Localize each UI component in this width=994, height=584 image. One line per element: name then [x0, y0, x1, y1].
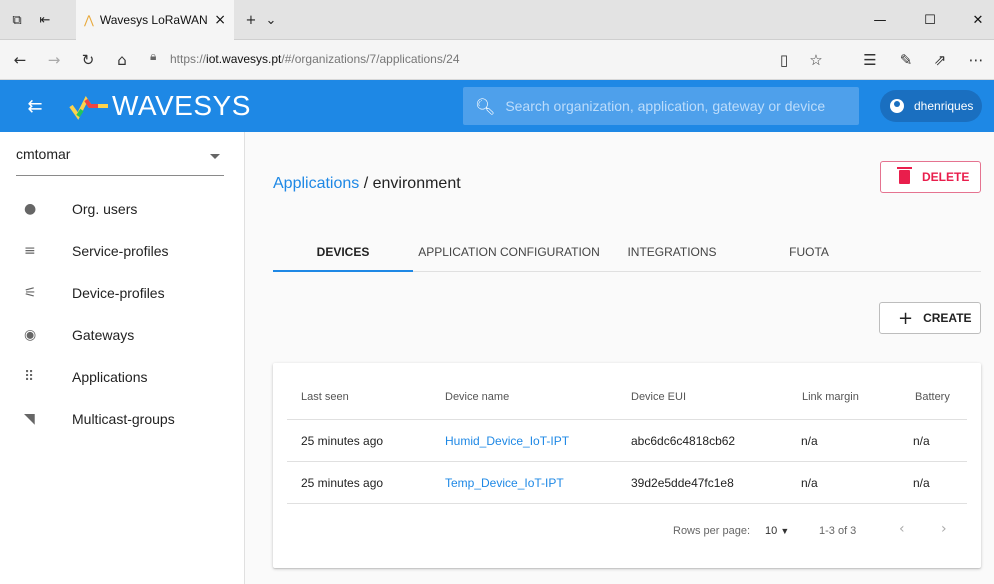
device-name-link[interactable]: Humid_Device_IoT-IPT — [445, 434, 569, 448]
tab-fuota[interactable]: FUOTA — [753, 232, 865, 272]
gateway-icon: ◉ — [24, 327, 37, 343]
rss-icon: ◥ — [24, 411, 35, 427]
search-icon: 🔍︎ — [475, 96, 496, 116]
person-icon: ● — [24, 201, 37, 217]
browser-tab[interactable]: ⋀ Wavesys LoRaWAN Sen × — [76, 0, 234, 40]
rows-per-page-select[interactable]: 10 ▼ — [765, 525, 789, 537]
minimize-icon[interactable]: — — [860, 0, 900, 40]
column-header-last-seen[interactable]: Last seen — [301, 391, 349, 403]
organization-select[interactable]: cmtomar — [16, 146, 224, 176]
dropdown-caret-icon — [210, 154, 220, 159]
organization-value: cmtomar — [16, 146, 71, 162]
back-icon[interactable]: ← — [6, 40, 34, 80]
cell-battery: n/a — [913, 476, 930, 490]
sidebar-item-device-profiles[interactable]: ⚟ Device-profiles — [0, 272, 244, 314]
breadcrumb: Applications / environment — [273, 175, 461, 193]
table-footer-divider — [287, 503, 967, 504]
cell-link-margin: n/a — [801, 476, 818, 490]
dropdown-caret-icon: ▼ — [780, 526, 790, 536]
reading-view-icon[interactable]: ▯ — [770, 40, 798, 80]
wavesys-logo[interactable]: WAVESYS — [68, 80, 251, 132]
set-aside-tabs-icon[interactable]: ⇤ — [32, 0, 58, 40]
breadcrumb-applications-link[interactable]: Applications — [273, 175, 359, 192]
breadcrumb-separator: / — [359, 175, 373, 192]
column-header-battery[interactable]: Battery — [915, 391, 950, 403]
previous-page-icon[interactable]: ‹ — [899, 521, 905, 537]
refresh-icon[interactable]: ↻ — [74, 40, 102, 80]
tab-title: Wavesys LoRaWAN Sen — [99, 13, 210, 27]
sidebar-item-label: Multicast-groups — [72, 411, 175, 427]
tab-preview-chevron-icon[interactable]: ⌄ — [258, 0, 284, 40]
wavesys-favicon-icon: ⋀ — [84, 13, 94, 27]
wavesys-logo-icon — [69, 96, 108, 120]
username: dhenriques — [914, 99, 974, 113]
url-prefix: https:// — [170, 52, 207, 66]
delete-button[interactable]: DELETE — [880, 161, 981, 193]
active-tab-indicator — [273, 270, 413, 272]
application-tabs: DEVICES APPLICATION CONFIGURATION INTEGR… — [273, 232, 981, 272]
sidebar-item-label: Org. users — [72, 201, 138, 217]
cell-link-margin: n/a — [801, 434, 818, 448]
user-menu-button[interactable]: dhenriques — [880, 90, 982, 122]
maximize-icon[interactable]: ☐ — [910, 0, 950, 40]
apps-grid-icon: ⠿ — [24, 369, 35, 385]
plus-icon: + — [898, 307, 914, 329]
column-header-link-margin[interactable]: Link margin — [802, 391, 859, 403]
create-label: CREATE — [923, 311, 972, 325]
favorite-star-icon[interactable]: ☆ — [802, 40, 830, 80]
sidebar-item-org-users[interactable]: ● Org. users — [0, 188, 244, 230]
cell-battery: n/a — [913, 434, 930, 448]
sidebar-item-label: Applications — [72, 369, 148, 385]
sidebar-item-gateways[interactable]: ◉ Gateways — [0, 314, 244, 356]
next-page-icon[interactable]: › — [941, 521, 947, 537]
sidebar-item-applications[interactable]: ⠿ Applications — [0, 356, 244, 398]
rows-per-page-value: 10 — [765, 525, 778, 537]
tab-devices[interactable]: DEVICES — [273, 232, 413, 272]
cell-device-eui: abc6dc6c4818cb62 — [631, 434, 736, 448]
table-row[interactable]: 25 minutes ago Temp_Device_IoT-IPT 39d2e… — [287, 461, 967, 503]
cell-device-eui: 39d2e5dde47fc1e8 — [631, 476, 734, 490]
trash-icon — [897, 167, 912, 184]
global-search[interactable]: 🔍︎ — [463, 87, 859, 125]
sidebar-item-label: Device-profiles — [72, 285, 165, 301]
rows-per-page-label: Rows per page: — [673, 525, 751, 537]
sidebar-item-service-profiles[interactable]: ≡ Service-profiles — [0, 230, 244, 272]
pagination-range: 1-3 of 3 — [819, 525, 857, 537]
logo-text: WAVESYS — [112, 90, 251, 121]
close-window-icon[interactable]: ✕ — [958, 0, 994, 40]
tab-integrations[interactable]: INTEGRATIONS — [607, 232, 737, 272]
devices-table-card: Last seen Device name Device EUI Link ma… — [273, 363, 981, 568]
more-icon[interactable]: ⋯ — [962, 40, 990, 80]
lock-icon: 🔒︎ — [150, 49, 157, 63]
favorites-hub-icon[interactable]: ☰ — [856, 40, 884, 80]
home-icon[interactable]: ⌂ — [108, 40, 136, 80]
sidebar-item-multicast-groups[interactable]: ◥ Multicast-groups — [0, 398, 244, 440]
cell-last-seen: 25 minutes ago — [301, 434, 384, 448]
forward-icon[interactable]: → — [40, 40, 68, 80]
cell-last-seen: 25 minutes ago — [301, 476, 384, 490]
share-icon[interactable]: ⇗ — [926, 40, 954, 80]
create-device-button[interactable]: + CREATE — [879, 302, 981, 334]
close-tab-icon[interactable]: × — [214, 12, 226, 28]
device-name-link[interactable]: Temp_Device_IoT-IPT — [445, 476, 564, 490]
menu-collapse-icon[interactable]: ⇇ — [20, 80, 50, 132]
table-row[interactable]: 25 minutes ago Humid_Device_IoT-IPT abc6… — [287, 419, 967, 461]
delete-label: DELETE — [922, 170, 970, 184]
tab-actions-icon[interactable]: ⧉ — [4, 0, 30, 40]
breadcrumb-current: environment — [372, 175, 461, 192]
column-header-device-name[interactable]: Device name — [445, 391, 509, 403]
tune-icon: ⚟ — [24, 285, 37, 301]
tab-application-configuration[interactable]: APPLICATION CONFIGURATION — [413, 232, 605, 272]
url-host: iot.wavesys.pt — [206, 52, 282, 66]
service-profiles-icon: ≡ — [24, 243, 36, 259]
account-circle-icon — [890, 99, 904, 113]
column-header-device-eui[interactable]: Device EUI — [631, 391, 686, 403]
sidebar-item-label: Service-profiles — [72, 243, 169, 259]
sidebar-item-label: Gateways — [72, 327, 135, 343]
url-field[interactable]: https://iot.wavesys.pt/#/organizations/7… — [170, 52, 460, 66]
url-path: /#/organizations/7/applications/24 — [281, 52, 460, 66]
web-note-icon[interactable]: ✎ — [892, 40, 920, 80]
search-input[interactable] — [505, 98, 846, 114]
